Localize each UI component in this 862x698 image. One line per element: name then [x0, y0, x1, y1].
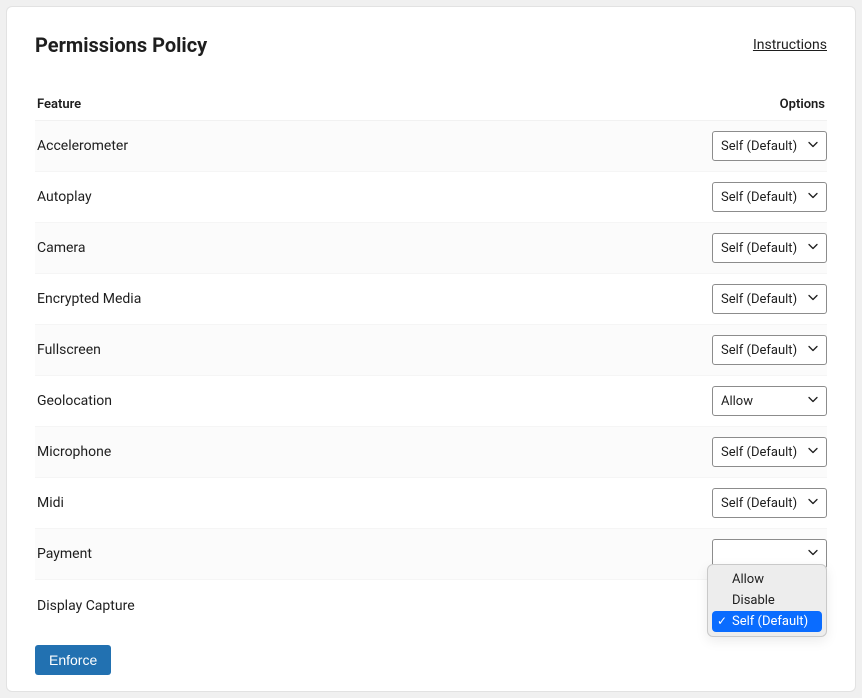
feature-name: Autoplay: [35, 189, 92, 205]
options-select[interactable]: Self (Default): [712, 437, 827, 467]
select-value: Self (Default): [721, 292, 797, 307]
chevron-down-icon: [808, 241, 818, 256]
select-value: Self (Default): [721, 445, 797, 460]
options-select[interactable]: Self (Default): [712, 131, 827, 161]
options-select[interactable]: Self (Default): [712, 284, 827, 314]
feature-name: Encrypted Media: [35, 291, 141, 307]
card-header: Permissions Policy Instructions: [35, 33, 827, 57]
select-value: Self (Default): [721, 343, 797, 358]
chevron-down-icon: [808, 395, 818, 405]
options-select[interactable]: Self (Default): [712, 335, 827, 365]
dropdown-option[interactable]: Allow: [712, 569, 822, 590]
chevron-down-icon: [808, 242, 818, 252]
feature-name: Camera: [35, 240, 86, 256]
chevron-down-icon: [808, 190, 818, 205]
chevron-down-icon: [808, 344, 818, 354]
select-value: Self (Default): [721, 139, 797, 154]
table-row: Autoplay Self (Default): [35, 172, 827, 223]
dropdown-option[interactable]: Self (Default): [712, 611, 822, 632]
options-column-header: Options: [780, 97, 825, 112]
table-row: Accelerometer Self (Default): [35, 121, 827, 172]
select-value: Self (Default): [721, 190, 797, 205]
table-row: Camera Self (Default): [35, 223, 827, 274]
feature-column-header: Feature: [37, 97, 81, 112]
options-select[interactable]: Self (Default): [712, 233, 827, 263]
chevron-down-icon: [808, 140, 818, 150]
chevron-down-icon: [808, 547, 818, 562]
chevron-down-icon: [808, 139, 818, 154]
table-row: Encrypted Media Self (Default): [35, 274, 827, 325]
chevron-down-icon: [808, 343, 818, 358]
table-header: Feature Options: [35, 97, 827, 121]
permissions-policy-card: Permissions Policy Instructions Feature …: [6, 6, 856, 692]
feature-name: Accelerometer: [35, 138, 128, 154]
table-row: Microphone Self (Default): [35, 427, 827, 478]
enforce-button[interactable]: Enforce: [35, 645, 111, 675]
dropdown-option[interactable]: Disable: [712, 590, 822, 611]
chevron-down-icon: [808, 191, 818, 201]
feature-name: Display Capture: [35, 598, 135, 614]
chevron-down-icon: [808, 548, 818, 558]
feature-name: Payment: [35, 546, 92, 562]
page-title: Permissions Policy: [35, 33, 207, 57]
instructions-link[interactable]: Instructions: [753, 37, 827, 53]
chevron-down-icon: [808, 293, 818, 303]
select-value: Self (Default): [721, 496, 797, 511]
select-value: Allow: [721, 394, 753, 409]
chevron-down-icon: [808, 292, 818, 307]
feature-name: Microphone: [35, 444, 111, 460]
chevron-down-icon: [808, 497, 818, 507]
select-value: Self (Default): [721, 241, 797, 256]
chevron-down-icon: [808, 496, 818, 511]
feature-name: Midi: [35, 495, 64, 511]
table-row: Fullscreen Self (Default): [35, 325, 827, 376]
feature-name: Geolocation: [35, 393, 112, 409]
table-row: Midi Self (Default): [35, 478, 827, 529]
options-select[interactable]: Self (Default): [712, 182, 827, 212]
table-row: Geolocation Allow: [35, 376, 827, 427]
options-select[interactable]: Allow: [712, 386, 827, 416]
options-select[interactable]: Self (Default): [712, 488, 827, 518]
chevron-down-icon: [808, 445, 818, 460]
chevron-down-icon: [808, 394, 818, 409]
options-dropdown-menu[interactable]: AllowDisableSelf (Default): [707, 564, 827, 637]
feature-name: Fullscreen: [35, 342, 101, 358]
chevron-down-icon: [808, 446, 818, 456]
table-rows: Accelerometer Self (Default) Autoplay Self …: [35, 121, 827, 631]
